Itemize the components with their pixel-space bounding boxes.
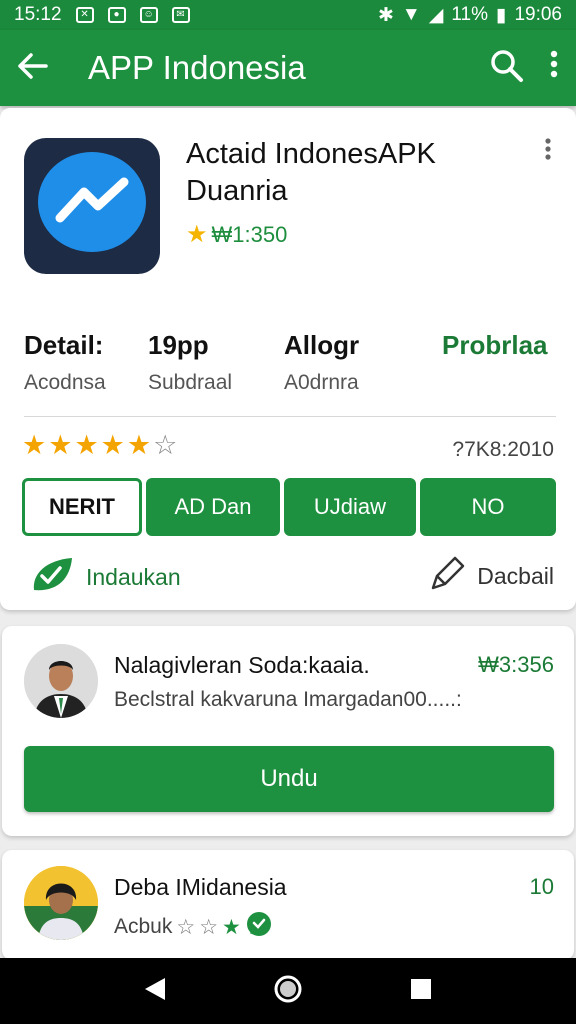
avatar[interactable]	[24, 644, 98, 718]
star-icon: ★	[22, 430, 49, 460]
status-time-right: 19:06	[514, 4, 562, 25]
battery-icon: ▮	[495, 4, 507, 26]
stat-value: Allogr	[284, 330, 360, 360]
stat-value: Probrlaa	[442, 330, 548, 360]
review-subtitle: Acbuk	[114, 915, 173, 938]
status-bar: 15:12 ✕ ● ☺ ✉ ✱ ▼ ◢ 11% ▮ 19:06	[0, 0, 576, 30]
star-outline-icon: ☆	[153, 430, 180, 460]
star-outline-icon: ☆	[176, 915, 196, 939]
whatsapp-icon	[245, 910, 273, 944]
battery-level: 11%	[451, 4, 488, 25]
stat-label: A0drnra	[284, 371, 359, 394]
action-button-row: NERIT AD Dan UJdiaw NO	[22, 478, 556, 536]
avatar[interactable]	[24, 866, 98, 940]
review-card: Nalagivleran Soda:kaaia. ₩3:356 Beclstra…	[2, 626, 574, 836]
install-link[interactable]: Indaukan	[28, 554, 181, 600]
review-price: 10	[529, 874, 554, 899]
star-icon: ★	[100, 430, 127, 460]
star-icon: ★	[126, 430, 154, 460]
messenger-app-icon[interactable]	[24, 138, 160, 274]
status-time-left: 15:12	[14, 4, 62, 25]
review-title: Nalagivleran Soda:kaaia.	[114, 652, 370, 678]
search-icon[interactable]	[490, 49, 524, 88]
detail-link-label: Dacbail	[477, 562, 554, 589]
star-icon: ★	[222, 915, 241, 939]
stat-detail: Detail: Acodnsa	[24, 330, 106, 395]
action-button-1[interactable]: NERIT	[22, 478, 142, 536]
nav-back-icon[interactable]	[143, 976, 167, 1007]
camera-notification-icon: ●	[107, 7, 126, 23]
stat-category: Allogr A0drnra	[284, 330, 359, 395]
app-title: Actaid IndonesAPK Duanria	[186, 138, 436, 207]
review-card: Deba IMidanesia 10 Acbuk ☆ ☆ ★	[2, 850, 574, 960]
star-icon: ★	[74, 430, 101, 460]
signal-icon: ◢	[428, 4, 444, 26]
rating-count: ?7K8:2010	[452, 438, 554, 461]
nav-home-icon[interactable]	[273, 974, 303, 1009]
image-notification-icon: ✕	[75, 7, 94, 23]
mute-icon: ✱	[378, 4, 394, 26]
app-bar: APP Indonesia	[0, 30, 576, 106]
detail-link[interactable]: Dacbail	[427, 554, 554, 598]
pencil-icon	[427, 554, 467, 598]
star-outline-icon: ☆	[199, 915, 219, 939]
back-arrow-icon[interactable]	[18, 51, 60, 85]
overflow-menu-icon[interactable]	[550, 50, 558, 86]
stat-label: Acodnsa	[24, 371, 106, 394]
review-subtitle: Beclstral kakvaruna Imargadan00.....:	[114, 688, 462, 711]
app-rating-text: ₩1:350	[211, 221, 288, 247]
star-icon: ★	[186, 221, 208, 248]
review-subtitle-row: Acbuk ☆ ☆ ★	[114, 910, 273, 944]
stat-value: 19pp	[148, 330, 209, 360]
stat-size: 19pp Subdraal	[148, 330, 232, 395]
mail-notification-icon: ✉	[171, 7, 190, 23]
divider	[24, 416, 556, 417]
leaf-check-icon	[28, 554, 76, 600]
nav-recents-icon[interactable]	[409, 977, 433, 1006]
stat-label: Subdraal	[148, 371, 233, 394]
action-button-3[interactable]: UJdiaw	[284, 478, 416, 536]
star-icon: ★	[48, 430, 75, 460]
navigation-bar	[0, 958, 576, 1024]
action-button-2[interactable]: AD Dan	[146, 478, 280, 536]
review-price: ₩3:356	[478, 652, 554, 677]
stat-value: Detail:	[24, 330, 104, 360]
wifi-icon: ▼	[401, 4, 421, 25]
install-link-label: Indaukan	[86, 563, 181, 590]
app-detail-card: Actaid IndonesAPK Duanria ★ ₩1:350 Detai…	[0, 108, 576, 610]
app-rating: ★ ₩1:350	[186, 220, 287, 249]
stat-status: Probrlaa	[442, 330, 548, 361]
star-rating[interactable]: ★★★★★☆	[22, 430, 179, 461]
action-button-4[interactable]: NO	[420, 478, 556, 536]
card-overflow-icon[interactable]	[544, 138, 552, 160]
face-notification-icon: ☺	[139, 7, 158, 23]
app-bar-title: APP Indonesia	[88, 49, 306, 86]
download-button[interactable]: Undu	[24, 746, 554, 812]
review-title: Deba IMidanesia	[114, 874, 287, 900]
